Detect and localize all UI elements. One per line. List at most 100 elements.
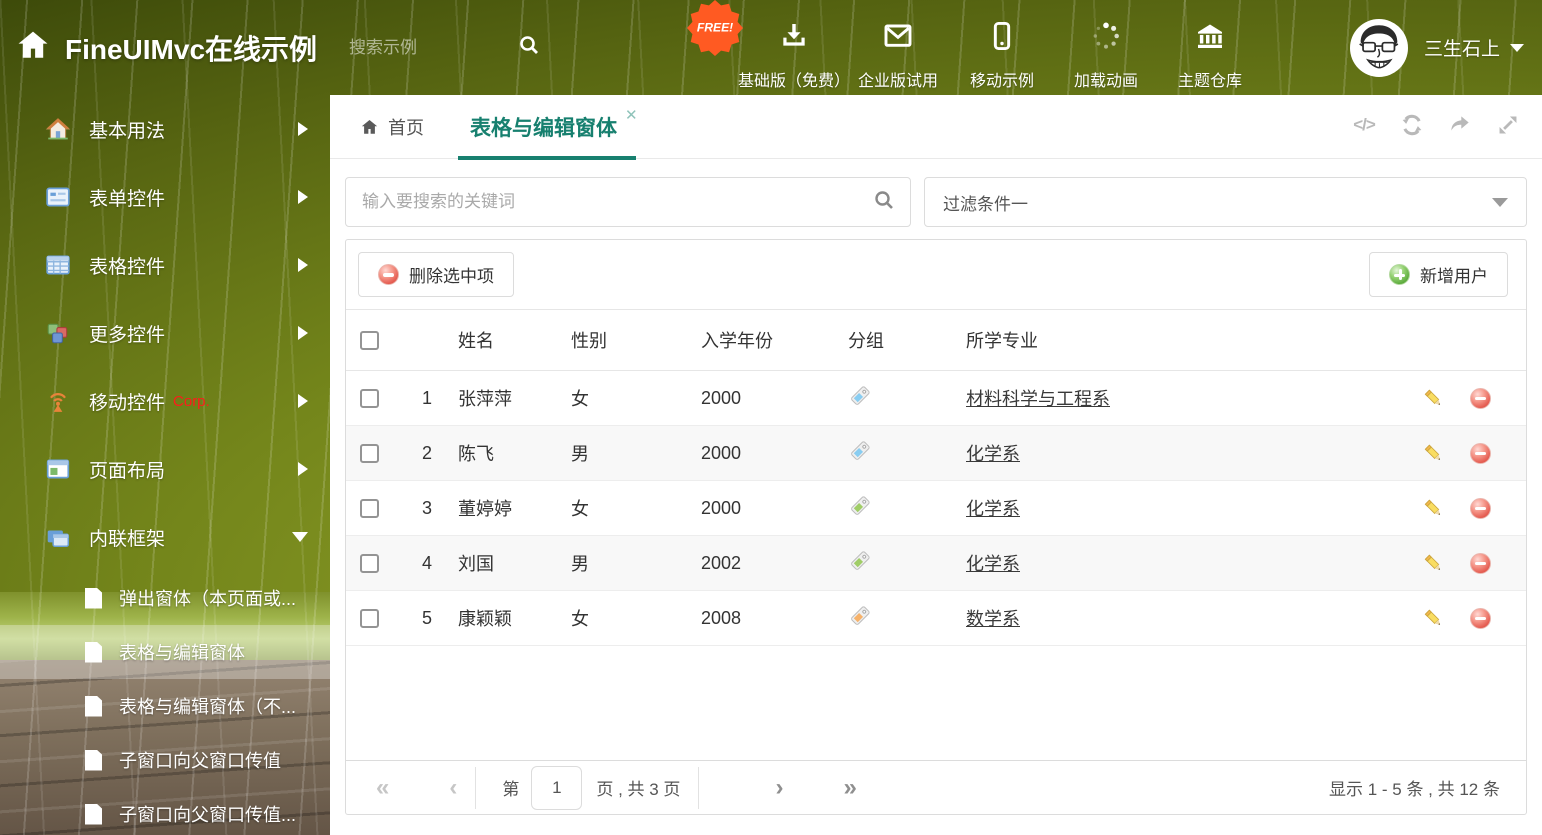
nav-mobile-demo[interactable]: 移动示例 <box>950 0 1054 91</box>
table-row[interactable]: 5 康颖颖 女 2008 数学系 <box>346 591 1526 646</box>
delete-selected-button[interactable]: 删除选中项 <box>358 252 514 297</box>
edit-icon[interactable] <box>1422 387 1445 410</box>
major-link[interactable]: 材料科学与工程系 <box>966 389 1110 409</box>
sidebar-subitem-label: 表格与编辑窗体 <box>119 643 245 663</box>
row-number: 3 <box>421 497 432 518</box>
row-number: 1 <box>421 387 432 408</box>
house-icon <box>45 116 71 142</box>
table-row[interactable]: 1 张萍萍 女 2000 材料科学与工程系 <box>346 371 1526 426</box>
row-checkbox[interactable] <box>360 554 379 574</box>
table-row[interactable]: 3 董婷婷 女 2000 化学系 <box>346 481 1526 536</box>
major-link[interactable]: 数学系 <box>966 609 1020 629</box>
grid-empty-space <box>346 646 1526 760</box>
header-search[interactable] <box>349 33 541 62</box>
last-page-button[interactable]: » <box>843 775 856 800</box>
next-page-button[interactable]: › <box>775 775 783 800</box>
sidebar-subitem-label: 表格与编辑窗体（不... <box>119 697 297 717</box>
home-icon <box>361 119 378 134</box>
row-checkbox[interactable] <box>360 609 379 629</box>
add-user-button[interactable]: 新增用户 <box>1369 252 1508 297</box>
tag-icon <box>848 494 872 518</box>
sidebar-subitem-grid-edit-window[interactable]: 表格与编辑窗体 <box>0 625 330 679</box>
major-link[interactable]: 化学系 <box>966 444 1020 464</box>
table-row[interactable]: 4 刘国 男 2002 化学系 <box>346 536 1526 591</box>
delete-icon[interactable] <box>1470 497 1491 519</box>
search-icon[interactable] <box>872 188 896 217</box>
nav-enterprise-trial[interactable]: 企业版试用 <box>846 0 950 91</box>
user-name: 三生石上 <box>1423 39 1500 60</box>
search-icon[interactable] <box>517 33 541 62</box>
tab-grid-edit-window[interactable]: 表格与编辑窗体 ✕ <box>458 95 650 160</box>
sidebar-item-label: 表单控件 <box>89 188 166 210</box>
avatar[interactable] <box>1349 18 1408 77</box>
pagination-bar: « ‹ 第 页 , 共 3 页 › » 显示 1 - 5 条 , 共 12 条 <box>346 760 1526 814</box>
edit-icon[interactable] <box>1422 442 1445 465</box>
sidebar-subitem-child-to-parent[interactable]: 子窗口向父窗口传值 <box>0 733 330 787</box>
user-menu[interactable]: 三生石上 <box>1349 0 1524 95</box>
row-checkbox[interactable] <box>360 444 379 464</box>
row-checkbox[interactable] <box>360 389 379 409</box>
filter-dropdown[interactable]: 过滤条件一 <box>924 177 1527 227</box>
prev-page-button[interactable]: ‹ <box>449 775 457 800</box>
frames-icon <box>45 524 71 550</box>
page-icon <box>85 641 102 663</box>
sidebar-item-grid-controls[interactable]: 表格控件 <box>0 231 330 299</box>
edit-icon[interactable] <box>1422 607 1445 630</box>
edit-icon[interactable] <box>1422 497 1445 520</box>
nav-loading-animation[interactable]: 加载动画 <box>1054 0 1158 91</box>
year-cell: 2000 <box>701 387 742 408</box>
keyword-search-input[interactable] <box>362 192 872 212</box>
select-all-checkbox[interactable] <box>360 331 379 351</box>
edit-icon[interactable] <box>1422 552 1445 575</box>
tab-home[interactable]: 首页 <box>360 114 424 140</box>
nav-label: 企业版试用 <box>857 73 938 90</box>
sidebar-subitem-label: 子窗口向父窗口传值 <box>119 751 281 771</box>
nav-basic-free[interactable]: 基础版（免费） <box>738 0 850 91</box>
sidebar-item-form-controls[interactable]: 表单控件 <box>0 163 330 231</box>
major-link[interactable]: 化学系 <box>966 554 1020 574</box>
row-number: 5 <box>421 607 432 628</box>
name-cell: 陈飞 <box>458 444 494 464</box>
sidebar-subitem-popup-window[interactable]: 弹出窗体（本页面或... <box>0 571 330 625</box>
share-icon[interactable] <box>1446 111 1474 139</box>
year-cell: 2000 <box>701 442 742 463</box>
pager-label-before: 第 <box>502 780 520 799</box>
page-number-input[interactable] <box>531 765 583 810</box>
sidebar-item-inline-frame[interactable]: 内联框架 <box>0 503 330 571</box>
sidebar-subitem-grid-edit-window-2[interactable]: 表格与编辑窗体（不... <box>0 679 330 733</box>
header-search-input[interactable] <box>349 37 480 58</box>
sidebar-item-basic-usage[interactable]: 基本用法 <box>0 95 330 163</box>
expand-icon[interactable] <box>1494 111 1522 139</box>
row-checkbox[interactable] <box>360 499 379 519</box>
chevron-right-icon <box>298 394 308 408</box>
refresh-icon[interactable] <box>1398 111 1426 139</box>
year-cell: 2008 <box>701 607 742 628</box>
sidebar: 基本用法 表单控件 表格控件 更多控件 移动控件 Corp. 页面布局 内联框架… <box>0 95 330 835</box>
first-page-button[interactable]: « <box>376 775 389 800</box>
header-nav: 基础版（免费） 企业版试用 移动示例 加载动画 主题仓库 <box>738 0 1262 91</box>
nav-theme-repo[interactable]: 主题仓库 <box>1158 0 1262 91</box>
sidebar-item-label: 移动控件 <box>89 392 166 414</box>
delete-icon[interactable] <box>1470 607 1491 629</box>
delete-icon[interactable] <box>1470 442 1491 464</box>
tab-label: 表格与编辑窗体 <box>470 116 617 140</box>
close-icon[interactable]: ✕ <box>625 106 638 124</box>
delete-icon[interactable] <box>1470 552 1491 574</box>
major-link[interactable]: 化学系 <box>966 499 1020 519</box>
chevron-right-icon <box>298 462 308 476</box>
name-cell: 董婷婷 <box>458 499 512 519</box>
nav-label: 主题仓库 <box>1177 73 1242 90</box>
sidebar-subitem-child-to-parent-2[interactable]: 子窗口向父窗口传值... <box>0 787 330 835</box>
name-cell: 刘国 <box>458 554 494 574</box>
sidebar-item-mobile-controls[interactable]: 移动控件 Corp. <box>0 367 330 435</box>
nav-label: 移动示例 <box>969 73 1034 90</box>
code-icon[interactable]: </> <box>1350 111 1378 139</box>
sidebar-item-page-layout[interactable]: 页面布局 <box>0 435 330 503</box>
keyword-search-box[interactable] <box>345 177 911 227</box>
table-row[interactable]: 2 陈飞 男 2000 化学系 <box>346 426 1526 481</box>
delete-icon[interactable] <box>1470 387 1491 409</box>
home-icon[interactable] <box>15 28 51 67</box>
chevron-down-icon <box>292 532 308 542</box>
sidebar-item-more-controls[interactable]: 更多控件 <box>0 299 330 367</box>
spinner-icon <box>1090 20 1122 57</box>
